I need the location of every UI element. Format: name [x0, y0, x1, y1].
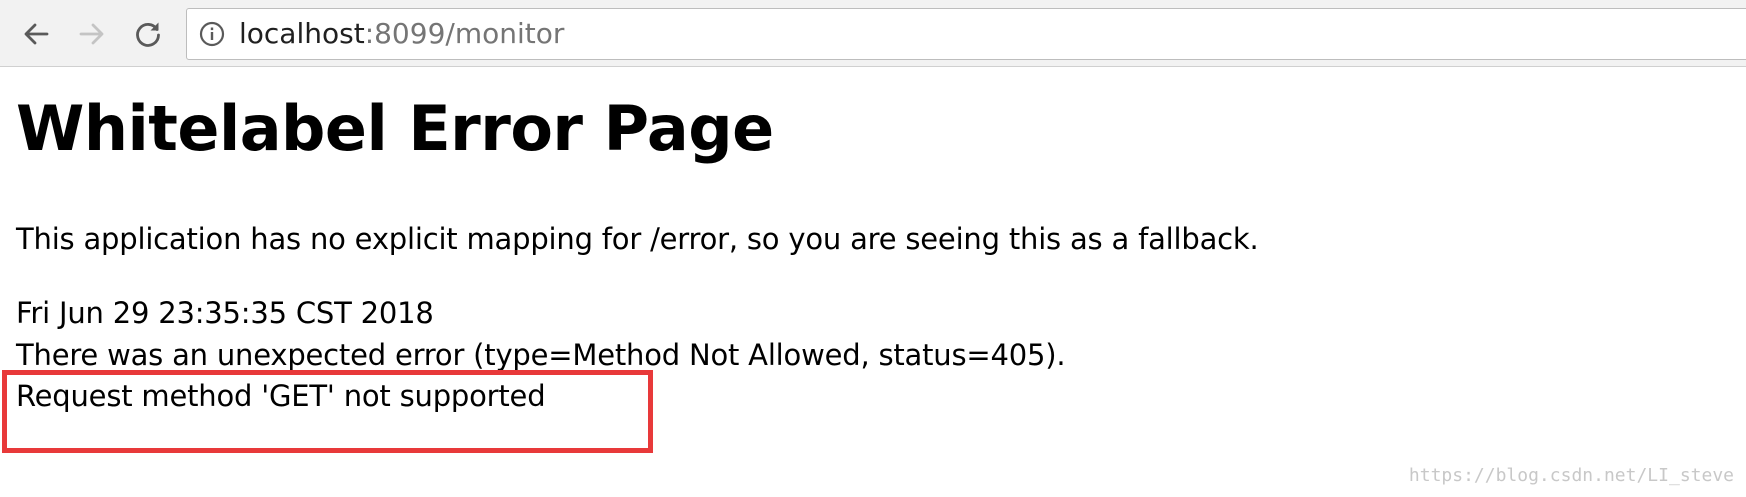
browser-toolbar: localhost:8099/monitor	[0, 0, 1746, 67]
reload-icon	[136, 22, 160, 47]
back-button[interactable]	[18, 16, 54, 52]
address-bar[interactable]: localhost:8099/monitor	[186, 8, 1746, 60]
info-circle-icon[interactable]	[199, 21, 225, 47]
url-text[interactable]: localhost:8099/monitor	[239, 9, 564, 59]
error-details: There was an unexpected error (type=Meth…	[16, 338, 1066, 372]
page-title: Whitelabel Error Page	[16, 92, 774, 165]
error-timestamp: Fri Jun 29 23:35:35 CST 2018	[16, 296, 434, 330]
watermark: https://blog.csdn.net/LI_steve	[1408, 465, 1734, 486]
arrow-left-icon	[24, 23, 49, 45]
reload-button[interactable]	[130, 16, 166, 52]
url-host: localhost	[239, 17, 365, 50]
error-message: Request method 'GET' not supported	[16, 379, 546, 413]
fallback-message: This application has no explicit mapping…	[16, 222, 1259, 256]
forward-button[interactable]	[74, 16, 110, 52]
arrow-right-icon	[79, 23, 104, 45]
url-path: :8099/monitor	[364, 17, 565, 50]
